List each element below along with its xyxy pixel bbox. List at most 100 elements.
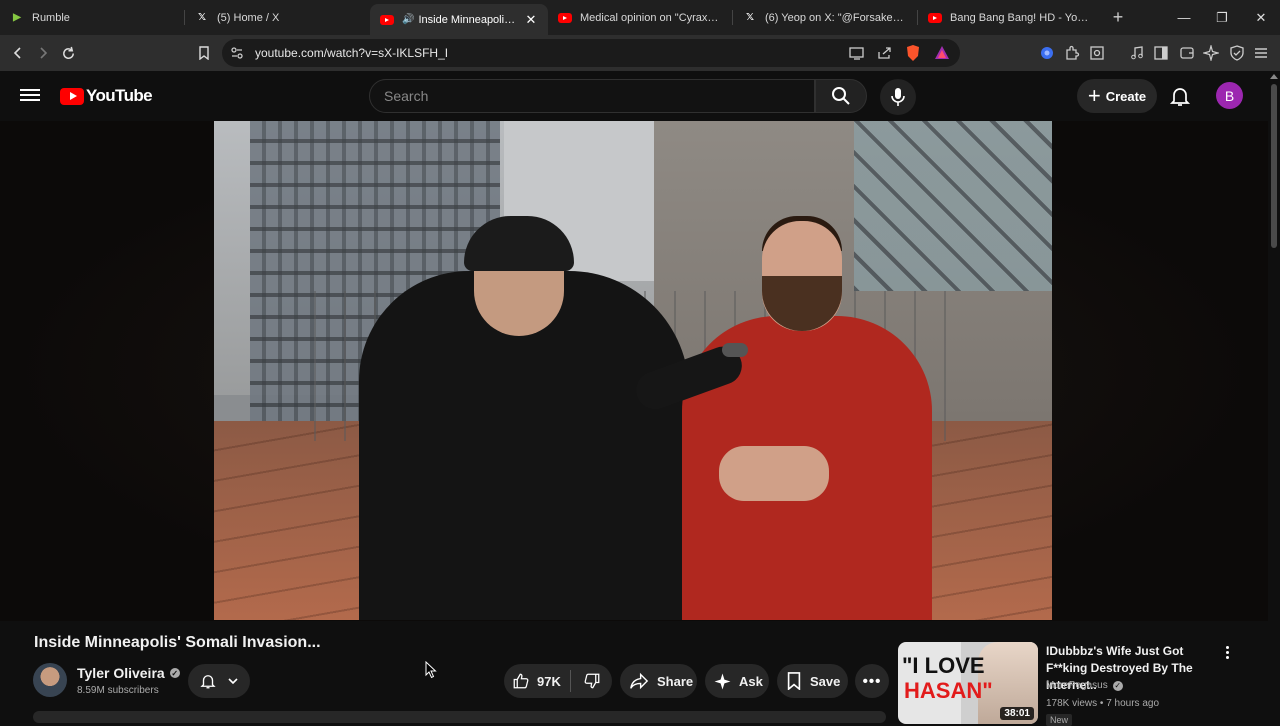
vpn-shield-icon[interactable] xyxy=(1228,44,1246,62)
subscribed-notifications-button[interactable] xyxy=(188,664,250,698)
new-badge: New xyxy=(1046,714,1073,726)
x-icon: 𝕏 xyxy=(197,12,207,23)
recommended-meta: 178K views • 7 hours ago xyxy=(1046,698,1160,709)
tab-x-home[interactable]: 𝕏 (5) Home / X xyxy=(185,0,370,35)
save-label: Save xyxy=(810,673,841,689)
channel-name-link[interactable]: Tyler Oliveira ✓ xyxy=(77,665,180,681)
search-button[interactable] xyxy=(815,79,867,113)
browser-toolbar: youtube.com/watch?v=sX-IKLSFH_I xyxy=(0,35,1280,71)
verified-check-icon: ✓ xyxy=(169,668,180,678)
notifications-bell-icon[interactable] xyxy=(1168,84,1192,108)
media-icon[interactable] xyxy=(1128,44,1146,62)
bell-icon xyxy=(200,675,216,689)
wallet-icon[interactable] xyxy=(1178,44,1196,62)
rumble-icon: ▶ xyxy=(13,12,21,23)
recommended-more-icon[interactable] xyxy=(1220,643,1234,661)
save-bookmark-icon xyxy=(787,672,801,690)
restore-button[interactable]: ❐ xyxy=(1203,0,1241,35)
sidebar-toggle-icon[interactable] xyxy=(1152,44,1170,62)
tab-rumble[interactable]: ▶ Rumble xyxy=(0,0,185,35)
save-button[interactable]: Save xyxy=(777,664,848,698)
x-icon: 𝕏 xyxy=(745,12,755,23)
tab-title: (5) Home / X xyxy=(217,11,280,24)
site-info-icon[interactable] xyxy=(230,46,244,65)
microphone-in-video xyxy=(722,343,748,357)
voice-search-button[interactable] xyxy=(880,79,916,115)
tab-title: Medical opinion on "Cyraxx"'s m xyxy=(580,11,723,24)
main-menu-icon[interactable] xyxy=(1252,44,1270,62)
tab-title: Bang Bang Bang! HD - YouTube xyxy=(950,11,1093,24)
recommended-channel[interactable]: MorePegasus ✓ xyxy=(1046,680,1123,691)
cast-icon[interactable] xyxy=(849,46,865,65)
tab-youtube-bang[interactable]: Bang Bang Bang! HD - YouTube xyxy=(918,0,1103,35)
youtube-header: YouTube + Create B xyxy=(0,71,1280,121)
tab-youtube-active[interactable]: 🔊 Inside Minneapolis' Somali Invasion...… xyxy=(370,4,548,35)
create-label: Create xyxy=(1105,88,1147,104)
leo-ai-icon[interactable] xyxy=(1202,44,1220,62)
thumbs-down-icon xyxy=(584,673,599,689)
channel-avatar[interactable] xyxy=(33,663,67,697)
account-avatar[interactable]: B xyxy=(1216,82,1243,109)
like-button[interactable]: 97K xyxy=(504,664,570,698)
audio-playing-icon[interactable]: 🔊 xyxy=(402,14,414,25)
verified-check-icon: ✓ xyxy=(1112,680,1123,691)
scroll-up-arrow-icon[interactable] xyxy=(1270,74,1278,79)
recommended-channel-name: MorePegasus xyxy=(1046,680,1108,691)
menu-icon[interactable] xyxy=(20,86,40,104)
share-button[interactable]: Share xyxy=(620,664,697,698)
search-box xyxy=(369,79,815,113)
more-horizontal-icon: ••• xyxy=(862,672,882,690)
back-button[interactable] xyxy=(6,41,30,65)
video-duration: 38:01 xyxy=(1000,707,1034,720)
ask-label: Ask xyxy=(739,673,763,689)
dislike-button[interactable] xyxy=(571,664,612,698)
video-player[interactable] xyxy=(214,121,1052,620)
chevron-down-icon xyxy=(228,678,238,685)
forward-button[interactable] xyxy=(31,41,55,65)
like-dislike-group: 97K xyxy=(504,664,612,698)
more-actions-button[interactable]: ••• xyxy=(855,664,889,698)
tab-title: (6) Yeop on X: "@ForsakenWan xyxy=(765,11,908,24)
channel-name: Tyler Oliveira xyxy=(77,665,165,681)
youtube-logo[interactable]: YouTube xyxy=(60,86,153,106)
logo-text: YouTube xyxy=(86,86,153,105)
tab-title: Inside Minneapolis' Somali Invasion... xyxy=(418,13,520,26)
address-bar[interactable]: youtube.com/watch?v=sX-IKLSFH_I xyxy=(222,39,960,67)
tab-x-yeop[interactable]: 𝕏 (6) Yeop on X: "@ForsakenWan xyxy=(733,0,918,35)
extensions-icon[interactable] xyxy=(1063,44,1081,62)
share-label: Share xyxy=(657,673,694,689)
thumbnail-text: HASAN" xyxy=(904,678,993,703)
url-text: youtube.com/watch?v=sX-IKLSFH_I xyxy=(255,46,449,60)
recommended-thumbnail[interactable]: "I LOVE HASAN" 38:01 xyxy=(898,642,1038,724)
video-person-interviewer xyxy=(359,216,689,620)
minimize-button[interactable]: — xyxy=(1165,0,1203,35)
share-icon xyxy=(630,672,649,690)
tab-youtube-medical[interactable]: Medical opinion on "Cyraxx"'s m xyxy=(548,0,733,35)
create-button[interactable]: + Create xyxy=(1077,79,1157,113)
subscriber-count: 8.59M subscribers xyxy=(77,685,159,696)
vpn-icon[interactable] xyxy=(1038,44,1056,62)
scrollbar-thumb[interactable] xyxy=(1271,84,1277,248)
sparkle-icon xyxy=(714,673,731,689)
share-page-icon[interactable] xyxy=(877,46,892,65)
thumbnail-text: "I LOVE xyxy=(902,653,985,678)
close-window-button[interactable]: ✕ xyxy=(1242,0,1280,35)
youtube-play-icon xyxy=(60,87,84,105)
like-count: 97K xyxy=(537,673,561,689)
close-tab-icon[interactable]: ✕ xyxy=(524,12,538,28)
search-icon xyxy=(832,87,850,105)
bookmark-icon[interactable] xyxy=(192,41,216,65)
microphone-icon xyxy=(891,88,905,106)
screenshot-icon[interactable] xyxy=(1088,44,1106,62)
tab-title: Rumble xyxy=(32,11,70,24)
search-input[interactable] xyxy=(370,80,814,112)
new-tab-button[interactable]: + xyxy=(1103,7,1133,28)
brave-rewards-icon[interactable] xyxy=(934,45,950,65)
ask-button[interactable]: Ask xyxy=(705,664,769,698)
youtube-icon xyxy=(928,12,942,23)
youtube-icon xyxy=(380,14,394,25)
brave-shields-icon[interactable] xyxy=(905,44,921,62)
youtube-icon xyxy=(558,12,572,23)
description-box[interactable] xyxy=(33,711,886,723)
reload-button[interactable] xyxy=(56,41,80,65)
